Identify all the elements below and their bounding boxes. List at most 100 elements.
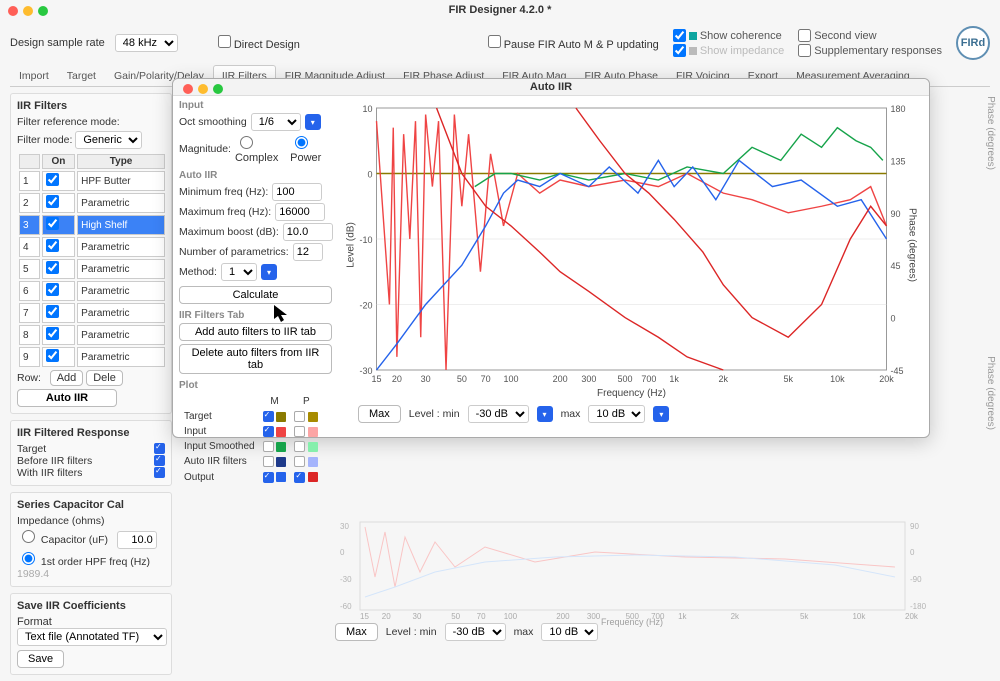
svg-text:10k: 10k (830, 374, 845, 384)
n-param-input[interactable] (293, 243, 323, 261)
filter-mode-select[interactable]: Generic (75, 131, 142, 149)
max-boost-input[interactable] (283, 223, 333, 241)
capacitor-radio[interactable] (22, 530, 35, 543)
close-icon[interactable] (8, 6, 18, 16)
dialog-chart-area: 100-10-20-30 18013590450-45 152030507010… (338, 96, 929, 434)
plot-legend-table: MPTarget Input Input Smoothed Auto IIR f… (179, 393, 323, 486)
svg-text:70: 70 (481, 374, 491, 384)
svg-text:30: 30 (340, 522, 349, 531)
svg-text:30: 30 (413, 612, 422, 621)
level-max-select[interactable]: 10 dB (541, 623, 598, 641)
mag-complex-radio[interactable]: Complex (235, 133, 286, 164)
direct-design-check[interactable]: Direct Design (218, 35, 300, 51)
min-freq-input[interactable] (272, 183, 322, 201)
level-min-label: Level : min (386, 626, 437, 638)
save-button[interactable]: Save (17, 650, 64, 668)
save-coeff-panel: Save IIR Coefficients Format Text file (… (10, 593, 172, 675)
svg-text:1k: 1k (669, 374, 679, 384)
max-button[interactable]: Max (335, 623, 378, 641)
tab-target[interactable]: Target (58, 65, 105, 87)
view-check[interactable]: Show coherence (673, 29, 784, 42)
svg-text:-180: -180 (910, 602, 927, 611)
row-label: Row: (17, 372, 41, 384)
svg-text:10k: 10k (852, 612, 866, 621)
chevron-down-icon[interactable]: ▾ (537, 406, 553, 422)
svg-text:300: 300 (587, 612, 601, 621)
capacitor-input[interactable] (117, 531, 157, 549)
max-freq-input[interactable] (275, 203, 325, 221)
phase-label: Phase (degrees) (985, 96, 996, 170)
minimize-icon[interactable] (23, 6, 33, 16)
level-min-select[interactable]: -30 dB (445, 623, 506, 641)
oct-smoothing-label: Oct smoothing (179, 116, 247, 128)
svg-text:180: 180 (891, 104, 906, 114)
zoom-icon[interactable] (213, 84, 223, 94)
impedance-label: Impedance (ohms) (17, 515, 165, 527)
level-max-select[interactable]: 10 dB (588, 405, 645, 423)
min-freq-label: Minimum freq (Hz): (179, 186, 268, 198)
chevron-down-icon[interactable]: ▾ (653, 406, 669, 422)
max-freq-label: Maximum freq (Hz): (179, 206, 271, 218)
minimize-icon[interactable] (198, 84, 208, 94)
filtered-response-panel: IIR Filtered Response Target Before IIR … (10, 420, 172, 486)
section-title: Plot (179, 380, 332, 391)
method-select[interactable]: 1 (221, 263, 257, 281)
filter-mode-label: Filter mode: (17, 134, 72, 146)
svg-text:45: 45 (891, 261, 901, 271)
view-check[interactable]: Second view (798, 29, 942, 42)
chart-controls: Max Level : min -30 dB ▾ max 10 dB ▾ (338, 403, 925, 425)
top-toolbar: Design sample rate 48 kHz Direct Design … (0, 22, 1000, 64)
svg-text:50: 50 (451, 612, 460, 621)
auto-iir-button[interactable]: Auto IIR (17, 389, 117, 407)
close-icon[interactable] (183, 84, 193, 94)
filter-ref-label: Filter reference mode: (17, 116, 165, 128)
svg-text:Level (dB): Level (dB) (346, 222, 357, 268)
design-rate-select[interactable]: 48 kHz (115, 34, 178, 52)
svg-text:0: 0 (891, 314, 896, 324)
svg-text:-90: -90 (910, 575, 922, 584)
delete-row-button[interactable]: Dele (86, 370, 123, 386)
level-max-label: max (514, 626, 534, 638)
filter-table[interactable]: OnType1HPF Butter2Parametric3High Shelf4… (17, 152, 167, 369)
panel-title: Save IIR Coefficients (17, 600, 165, 612)
add-auto-filters-button[interactable]: Add auto filters to IIR tab (179, 323, 332, 341)
level-max-label: max (561, 408, 581, 420)
svg-text:20k: 20k (905, 612, 919, 621)
svg-text:700: 700 (641, 374, 656, 384)
iir-filters-panel: IIR Filters Filter reference mode: Filte… (10, 93, 172, 414)
oct-smoothing-select[interactable]: 1/6 (251, 113, 301, 131)
panel-title: IIR Filters (17, 100, 165, 112)
view-check[interactable]: Supplementary responses (798, 44, 942, 57)
chevron-down-icon[interactable]: ▾ (261, 264, 277, 280)
svg-text:200: 200 (556, 612, 570, 621)
window-titlebar: FIR Designer 4.2.0 * (0, 0, 1000, 22)
auto-iir-dialog: Auto IIR Input Oct smoothing 1/6 ▾ Magni… (172, 78, 930, 438)
svg-text:0: 0 (910, 548, 915, 557)
hpf-radio[interactable] (22, 552, 35, 565)
series-cap-panel: Series Capacitor Cal Impedance (ohms) Ca… (10, 492, 172, 587)
delete-auto-filters-button[interactable]: Delete auto filters from IIR tab (179, 344, 332, 374)
view-check[interactable]: Show impedance (673, 44, 784, 57)
svg-text:20k: 20k (879, 374, 894, 384)
max-boost-label: Maximum boost (dB): (179, 226, 279, 238)
format-select[interactable]: Text file (Annotated TF) (17, 628, 167, 646)
level-min-select[interactable]: -30 dB (468, 405, 529, 423)
calculate-button[interactable]: Calculate (179, 286, 332, 304)
svg-text:-60: -60 (340, 602, 352, 611)
background-chart-controls: Max Level : min -30 dB max 10 dB (335, 623, 930, 641)
mag-power-radio[interactable]: Power (290, 133, 332, 164)
svg-text:500: 500 (618, 374, 633, 384)
pause-check[interactable]: Pause FIR Auto M & P updating (488, 35, 659, 51)
svg-text:15: 15 (371, 374, 381, 384)
zoom-icon[interactable] (38, 6, 48, 16)
svg-text:-30: -30 (340, 575, 352, 584)
tab-import[interactable]: Import (10, 65, 58, 87)
svg-text:300: 300 (581, 374, 596, 384)
svg-text:100: 100 (503, 374, 518, 384)
svg-text:100: 100 (504, 612, 518, 621)
max-button[interactable]: Max (358, 405, 401, 423)
svg-text:Phase (degrees): Phase (degrees) (907, 208, 918, 282)
add-row-button[interactable]: Add (50, 370, 84, 386)
chevron-down-icon[interactable]: ▾ (305, 114, 321, 130)
svg-text:10: 10 (362, 104, 372, 114)
